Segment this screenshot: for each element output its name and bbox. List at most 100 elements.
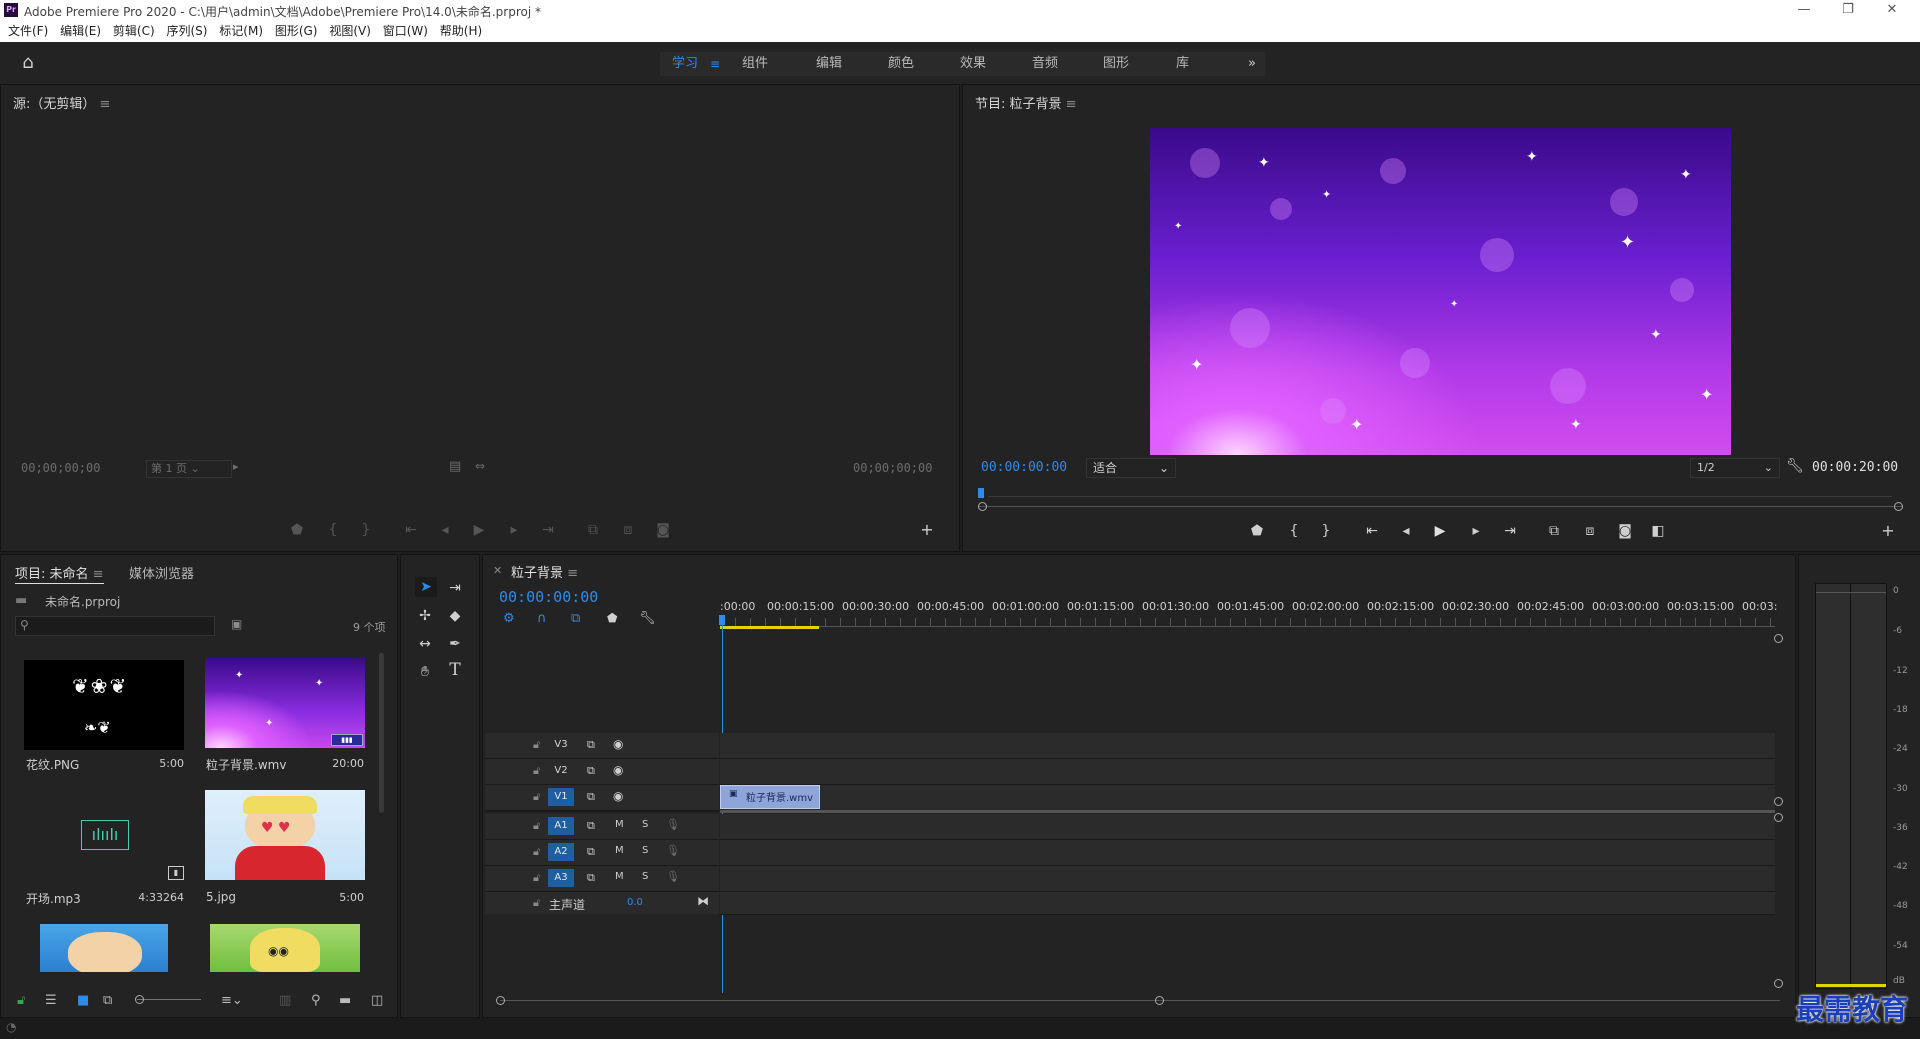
program-export-frame-icon[interactable]: ◙ [1615,522,1635,540]
program-in-point-icon[interactable]: { [1284,522,1304,540]
ripple-edit-tool-icon[interactable]: ✢ [415,607,435,625]
timeline-clip[interactable]: ▣ 粒子背景.wmv [720,785,820,809]
go-to-end-icon[interactable]: ⧓ [697,894,709,908]
lock-icon[interactable]: 🔓︎ [533,871,540,885]
sync-lock-icon[interactable]: ⧉ [587,738,595,752]
sync-lock-icon[interactable]: ⧉ [587,871,595,885]
project-item-image-7[interactable] [40,924,168,972]
track-row-a2[interactable] [720,840,1775,866]
workspace-libraries[interactable]: 库 [1176,52,1189,76]
workspace-editing[interactable]: 编辑 [816,52,842,76]
source-step-back-icon[interactable]: ◂ [435,521,455,539]
microphone-icon[interactable]: 🎙︎ [666,818,680,831]
slip-tool-icon[interactable]: ↔ [415,635,435,653]
timeline-hscroll[interactable] [500,1000,1780,1001]
workspace-learn[interactable]: 学习 [672,52,698,76]
project-item-image-8[interactable]: ◉◉ [210,924,360,972]
program-zoom-scroll[interactable] [978,506,1902,507]
lock-icon[interactable]: 🔓︎ [533,764,540,778]
lock-icon[interactable]: 🔓︎ [533,819,540,833]
track-name-v2[interactable]: V2 [548,762,574,780]
workspace-effects[interactable]: 效果 [960,52,986,76]
project-search-input[interactable]: ⚲ [15,616,215,636]
automate-to-sequence-icon[interactable]: ▥ [279,993,291,1008]
program-step-back-icon[interactable]: ◂ [1396,522,1416,540]
source-insert-icon[interactable]: ⧉ [583,521,603,539]
timeline-ruler[interactable] [720,618,1775,627]
program-playhead-marker[interactable] [978,488,984,498]
menu-clip[interactable]: 剪辑(C) [113,20,155,42]
sync-lock-icon[interactable]: ⧉ [587,764,595,778]
workspace-menu-icon[interactable]: ≡ [710,52,720,76]
project-item-lizi[interactable]: ✦ ✦ ✦ ▮▮▮ [205,658,365,748]
audio-vscroll-handle[interactable] [1774,813,1783,822]
timeline-hscroll-handle-right[interactable] [1155,996,1164,1005]
thumbnail-size-handle[interactable] [135,995,144,1004]
menu-help[interactable]: 帮助(H) [440,20,482,42]
home-icon[interactable]: ⌂ [14,52,42,74]
track-row-v3[interactable] [720,733,1775,759]
project-item-huawen[interactable]: ❦❀❦ ❧❦ [24,660,184,750]
program-compare-icon[interactable]: ◧ [1648,522,1668,540]
icon-view-icon[interactable]: ■ [77,993,89,1008]
program-zoom-select[interactable]: 适合 ⌄ [1086,458,1176,478]
timeline-timecode[interactable]: 00:00:00:00 [499,588,598,606]
track-select-tool-icon[interactable]: ⇥ [445,579,465,597]
razor-tool-icon[interactable]: ◆ [445,607,465,625]
lock-icon[interactable]: 🔓︎ [533,845,540,859]
source-play-icon[interactable]: ▶ [469,521,489,539]
eye-icon[interactable]: ◉ [613,737,623,751]
track-row-a3[interactable] [720,866,1775,892]
program-marker-icon[interactable]: ⬟ [1247,522,1267,540]
thumbnail-size-slider[interactable] [137,999,201,1000]
source-in-point-icon[interactable]: { [323,521,343,539]
program-zoom-handle-right[interactable] [1894,502,1903,511]
menu-markers[interactable]: 标记(M) [219,20,263,42]
menu-view[interactable]: 视图(V) [329,20,371,42]
project-item-5jpg[interactable]: ♥ ♥ [205,790,365,880]
master-volume-value[interactable]: 0.0 [627,897,643,908]
restore-icon[interactable]: ❐ [1828,2,1868,18]
track-row-master[interactable] [720,892,1775,915]
program-add-button-icon[interactable]: + [1878,522,1898,540]
solo-button[interactable]: S [642,845,648,856]
menu-edit[interactable]: 编辑(E) [60,20,101,42]
lock-icon[interactable]: 🔓︎ [533,738,540,752]
snap-icon[interactable]: ∩ [537,611,547,626]
audio-vscroll-handle[interactable] [1774,979,1783,988]
sync-lock-icon[interactable]: ⧉ [587,790,595,804]
video-vscroll-handle[interactable] [1774,797,1783,806]
source-out-point-icon[interactable]: } [356,521,376,539]
timeline-sequence-tab[interactable]: 粒子背景 ≡ [511,562,578,581]
lock-icon[interactable]: 🔓︎ [533,790,540,804]
work-area-bar[interactable] [720,626,819,629]
sync-lock-icon[interactable]: ⧉ [587,845,595,859]
program-zoom-handle-left[interactable] [978,502,987,511]
microphone-icon[interactable]: 🎙︎ [666,844,680,857]
solo-button[interactable]: S [642,871,648,882]
add-marker-icon[interactable]: ⬟ [607,611,617,625]
nest-icon[interactable]: ⚙ [503,611,515,626]
eye-icon[interactable]: ◉ [613,763,623,777]
freeform-view-icon[interactable]: ⧉ [103,993,112,1008]
program-timecode[interactable]: 00:00:00:00 [981,460,1067,475]
program-time-ruler[interactable] [978,488,1902,500]
program-goto-in-icon[interactable]: ⇤ [1362,522,1382,540]
timeline-hscroll-handle-left[interactable] [496,996,505,1005]
pen-tool-icon[interactable]: ✒ [445,635,465,653]
timeline-playhead-handle[interactable] [719,615,725,625]
source-drag-icon[interactable]: ⇔ [475,459,485,473]
project-lock-icon[interactable]: 🔓︎ [17,993,25,1008]
mute-button[interactable]: M [615,845,624,856]
source-goto-out-icon[interactable]: ⇥ [538,521,558,539]
selection-tool-icon[interactable]: ➤ [415,577,437,597]
type-tool-icon[interactable]: T [445,661,465,679]
track-name-v3[interactable]: V3 [548,736,574,754]
source-goto-in-icon[interactable]: ⇤ [401,521,421,539]
program-lift-icon[interactable]: ⧉ [1544,522,1564,540]
project-scrollbar[interactable] [379,653,384,813]
close-icon[interactable]: ✕ [1872,2,1912,18]
track-row-v1[interactable] [720,785,1775,813]
program-out-point-icon[interactable]: } [1316,522,1336,540]
microphone-icon[interactable]: 🎙︎ [666,870,680,883]
